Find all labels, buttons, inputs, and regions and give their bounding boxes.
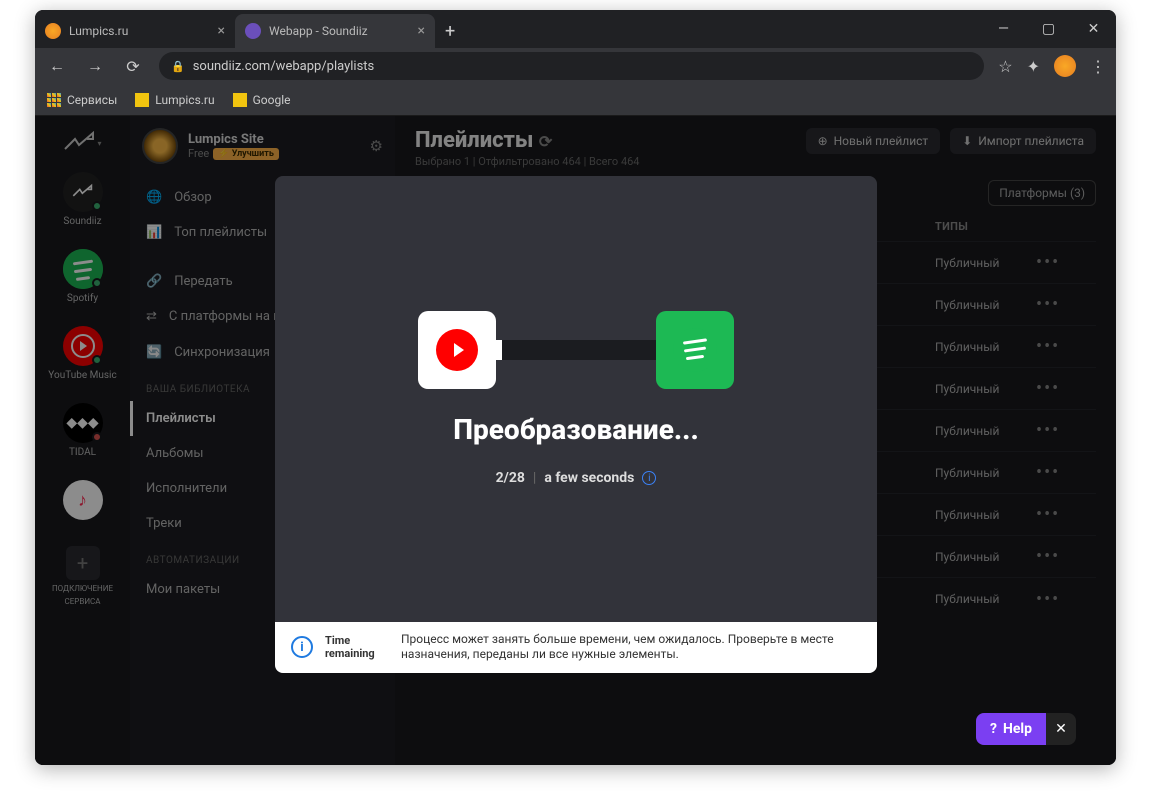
menu-icon[interactable]: ⋮ [1090, 57, 1106, 76]
addr-actions: ☆ ✦ ⋮ [998, 55, 1106, 77]
close-icon[interactable]: × [418, 23, 425, 39]
info-icon[interactable]: i [642, 471, 656, 485]
url-text: soundiiz.com/webapp/playlists [193, 59, 375, 74]
spotify-icon [673, 328, 717, 372]
bookmark-google[interactable]: Google [233, 93, 291, 107]
favicon-lumpics [45, 23, 61, 39]
help-label: Help [1003, 721, 1032, 737]
bookmark-services[interactable]: Сервисы [47, 93, 117, 107]
help-close[interactable]: ✕ [1046, 713, 1076, 745]
bookmark-label: Google [253, 93, 291, 107]
address-bar: ← → ⟳ 🔒 soundiiz.com/webapp/playlists ☆ … [35, 48, 1116, 84]
back-button[interactable]: ← [45, 56, 69, 76]
tabs: Lumpics.ru × Webapp - Soundiiz × + [35, 14, 981, 48]
modal-title: Преобразование... [453, 413, 699, 446]
progress-bar [496, 340, 656, 360]
app-content: ▾ Soundiiz Spotify [35, 116, 1116, 765]
modal-subtitle: 2/28 | a few seconds i [496, 470, 657, 486]
footer-text: Процесс может занять больше времени, чем… [401, 632, 861, 663]
tab-label: Lumpics.ru [69, 24, 128, 38]
conversion-modal: Преобразование... 2/28 | a few seconds i… [275, 176, 877, 673]
modal-footer: i Time remaining Процесс может занять бо… [275, 622, 877, 673]
transfer-visual [418, 311, 734, 389]
titlebar: Lumpics.ru × Webapp - Soundiiz × + — ▢ ✕ [35, 10, 1116, 48]
url-field[interactable]: 🔒 soundiiz.com/webapp/playlists [159, 52, 984, 80]
apps-icon [47, 93, 61, 107]
tab-label: Webapp - Soundiiz [269, 24, 368, 38]
bookmark-lumpics[interactable]: Lumpics.ru [135, 93, 214, 107]
reload-button[interactable]: ⟳ [121, 57, 145, 76]
progress-fill [496, 340, 502, 360]
footer-label: Time remaining [325, 634, 389, 660]
forward-button[interactable]: → [83, 56, 107, 76]
minimize-button[interactable]: — [981, 10, 1026, 48]
youtube-music-icon [436, 329, 478, 371]
bookmark-label: Сервисы [67, 93, 117, 107]
folder-icon [135, 93, 149, 107]
bookmarks-bar: Сервисы Lumpics.ru Google [35, 84, 1116, 116]
close-icon[interactable]: × [218, 23, 225, 39]
bookmark-label: Lumpics.ru [155, 93, 214, 107]
modal-body: Преобразование... 2/28 | a few seconds i [275, 176, 877, 622]
help-button[interactable]: ? Help [976, 713, 1046, 745]
star-icon[interactable]: ☆ [998, 57, 1012, 76]
source-card [418, 311, 496, 389]
progress-count: 2/28 [496, 470, 525, 486]
lock-icon: 🔒 [171, 60, 185, 73]
profile-avatar[interactable] [1054, 55, 1076, 77]
close-button[interactable]: ✕ [1071, 10, 1116, 48]
new-tab-button[interactable]: + [435, 21, 465, 42]
folder-icon [233, 93, 247, 107]
window-controls: — ▢ ✕ [981, 10, 1116, 48]
target-card [656, 311, 734, 389]
extensions-icon[interactable]: ✦ [1027, 57, 1040, 76]
help-icon: ? [990, 721, 997, 737]
browser-window: Lumpics.ru × Webapp - Soundiiz × + — ▢ ✕… [35, 10, 1116, 765]
favicon-soundiiz [245, 23, 261, 39]
help-widget: ? Help ✕ [976, 713, 1076, 745]
maximize-button[interactable]: ▢ [1026, 10, 1071, 48]
eta-text: a few seconds [544, 470, 634, 486]
tab-soundiiz[interactable]: Webapp - Soundiiz × [235, 14, 435, 48]
tab-lumpics[interactable]: Lumpics.ru × [35, 14, 235, 48]
info-icon: i [291, 636, 313, 658]
